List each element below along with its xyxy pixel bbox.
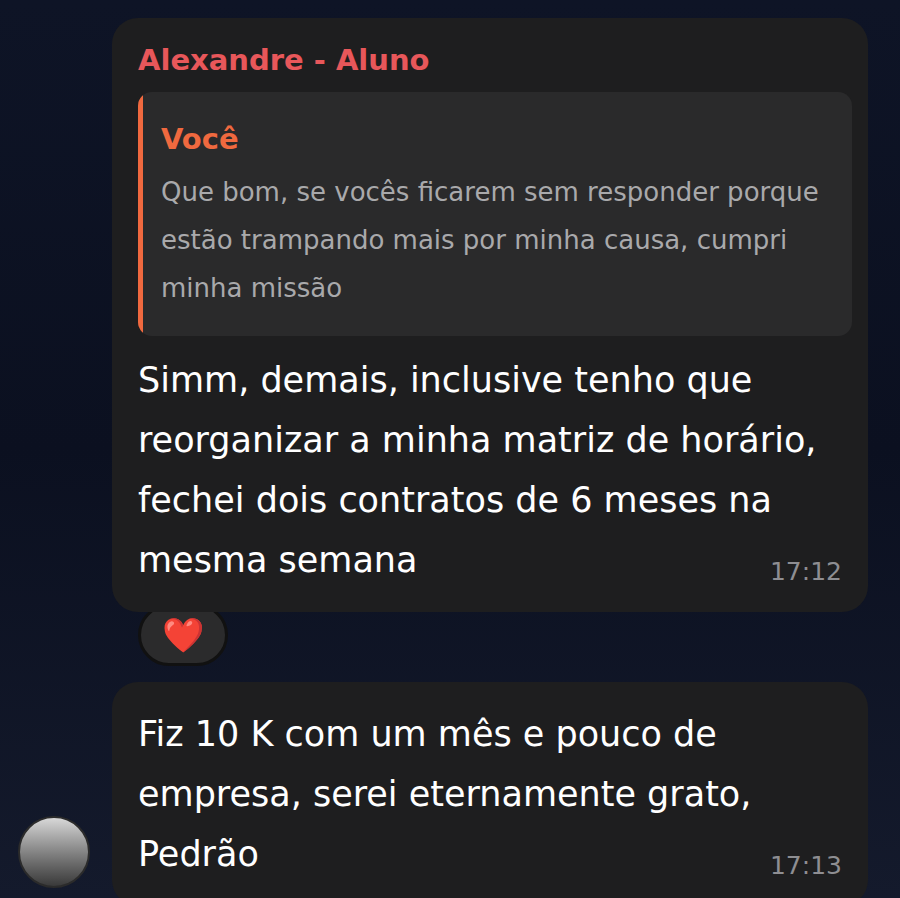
message-bubble[interactable]: Alexandre - Aluno Você Que bom, se vocês f…: [112, 18, 868, 612]
message-text: Simm, demais, inclusive tenho que reorga…: [138, 350, 842, 590]
message-time: 17:13: [770, 848, 842, 884]
chat-view: Alexandre - Aluno Você Que bom, se vocês f…: [0, 0, 900, 898]
message-text-content: Fiz 10 K com um mês e pouco de empresa, …: [138, 714, 751, 874]
quote-bar: [138, 92, 143, 336]
message-text: Fiz 10 K com um mês e pouco de empresa, …: [138, 704, 842, 884]
message-text-content: Simm, demais, inclusive tenho que reorga…: [138, 360, 816, 580]
time-spacer: [259, 856, 359, 866]
quote-content: Você Que bom, se vocês ficarem sem respon…: [143, 92, 852, 336]
time-spacer: [417, 562, 517, 572]
message-row: Alexandre - Aluno Você Que bom, se vocês f…: [18, 18, 900, 666]
quote-text: Que bom, se vocês ficarem sem responder …: [161, 168, 834, 312]
sender-name[interactable]: Alexandre - Aluno: [138, 40, 842, 80]
avatar: [18, 816, 90, 888]
avatar-spacer: [18, 594, 90, 666]
message-column: Alexandre - Aluno Você Que bom, se vocês f…: [112, 18, 868, 666]
reaction-badge[interactable]: ❤️: [138, 604, 228, 666]
quoted-message[interactable]: Você Que bom, se vocês ficarem sem respon…: [138, 92, 852, 336]
message-column: Fiz 10 K com um mês e pouco de empresa, …: [112, 682, 868, 898]
reactions: ❤️: [138, 604, 228, 666]
message-time: 17:12: [770, 554, 842, 590]
message-bubble[interactable]: Fiz 10 K com um mês e pouco de empresa, …: [112, 682, 868, 898]
message-row: Fiz 10 K com um mês e pouco de empresa, …: [18, 682, 900, 898]
quote-author: Você: [161, 118, 834, 160]
